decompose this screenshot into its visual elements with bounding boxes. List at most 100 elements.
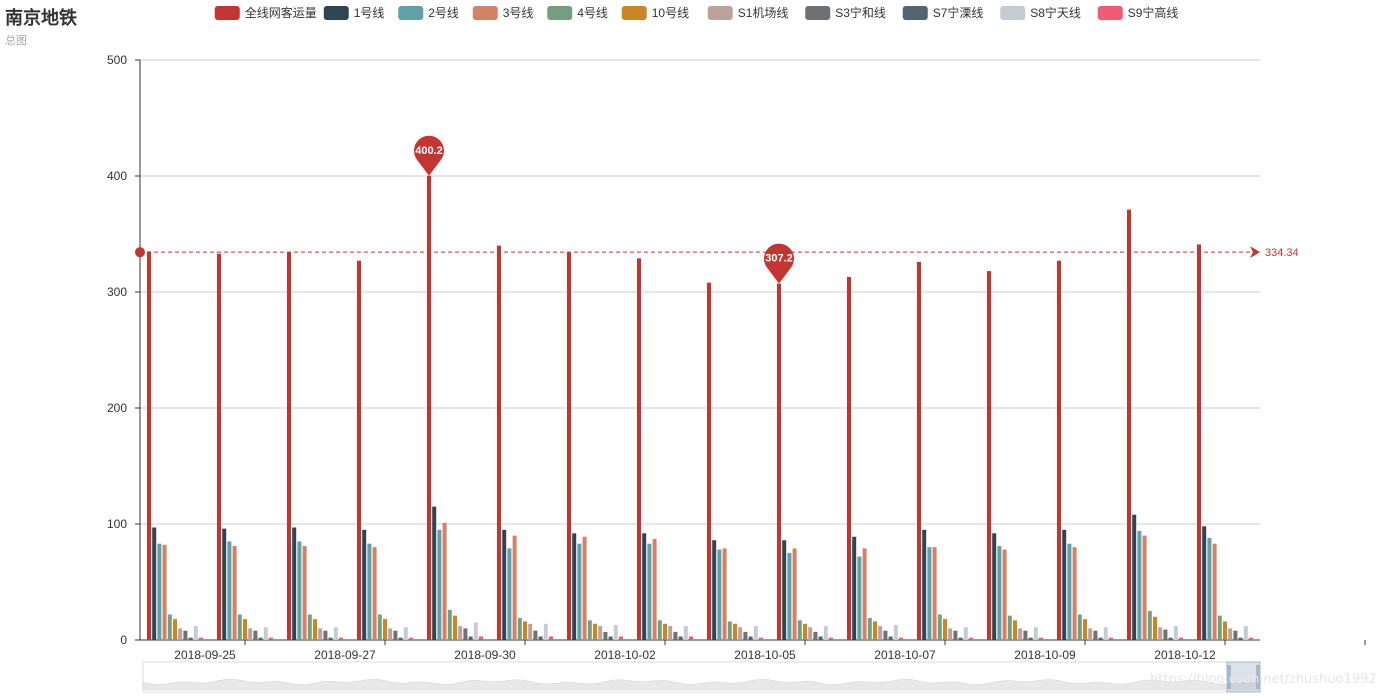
bar-group [637, 258, 693, 640]
bar [1179, 637, 1183, 640]
x-tick-label: 2018-09-25 [174, 648, 236, 662]
bar [862, 548, 867, 640]
bar [1158, 627, 1163, 640]
bar [1033, 627, 1038, 640]
bar [1077, 614, 1082, 640]
legend-item[interactable]: 3号线 [472, 6, 534, 20]
bar [893, 624, 898, 640]
bar [1109, 637, 1113, 640]
legend-swatch [902, 6, 928, 20]
legend-item[interactable]: S1机场线 [707, 6, 789, 20]
bar-group [1197, 244, 1253, 640]
bar [613, 624, 618, 640]
legend-item[interactable]: 全线网客运量 [214, 5, 317, 20]
legend-swatch [214, 6, 240, 20]
bar [1018, 628, 1023, 640]
bar [328, 637, 333, 640]
bar-group [497, 245, 553, 640]
bar [167, 614, 172, 640]
bar [673, 631, 678, 640]
bar [1212, 543, 1217, 640]
x-tick-label: 2018-10-09 [1014, 648, 1076, 662]
min-marker: 307.2 [764, 243, 794, 284]
legend-label: S3宁和线 [835, 5, 886, 20]
bar [183, 630, 188, 640]
bar [318, 628, 323, 640]
legend-item[interactable]: 10号线 [621, 6, 689, 20]
bar [533, 630, 538, 640]
bar [582, 536, 587, 640]
legend-label: 全线网客运量 [245, 5, 317, 20]
bar [409, 637, 413, 640]
bar [759, 637, 763, 640]
bar [357, 260, 361, 640]
average-line-label: 334.34 [1265, 247, 1299, 259]
bar [792, 548, 797, 640]
legend[interactable]: 全线网客运量 1号线 2号线 3号线 4号线 10号线 S1机场线 S3宁和线 S7宁溧线 S8宁… [214, 5, 1179, 20]
bar [753, 626, 758, 640]
legend-item[interactable]: S7宁溧线 [902, 5, 984, 20]
bar [458, 626, 463, 640]
bar [577, 543, 582, 640]
bar [722, 548, 727, 640]
bar [678, 636, 683, 640]
bar [652, 539, 657, 640]
bar [173, 619, 177, 640]
bar [367, 543, 372, 640]
bar [479, 636, 483, 640]
bar-group [1057, 260, 1113, 640]
legend-item[interactable]: 1号线 [323, 6, 385, 20]
bar [567, 252, 571, 640]
bar [587, 620, 592, 640]
bar [523, 621, 527, 640]
bar-group [777, 283, 833, 640]
bar-group [707, 282, 763, 640]
bar-group [217, 253, 273, 640]
legend-item[interactable]: 4号线 [547, 6, 608, 20]
legend-item[interactable]: S3宁和线 [805, 5, 886, 20]
bar [302, 546, 307, 640]
bar [1067, 543, 1072, 640]
bar [217, 253, 221, 640]
bar [963, 627, 968, 640]
bar [549, 636, 553, 640]
bar [432, 506, 437, 640]
legend-item[interactable]: S8宁天线 [1000, 5, 1081, 20]
bar [463, 628, 468, 640]
min-marker-label: 307.2 [765, 253, 793, 265]
legend-label: S8宁天线 [1030, 5, 1081, 20]
bar [888, 636, 893, 640]
legend-item[interactable]: 2号线 [398, 6, 459, 20]
bar [442, 522, 447, 640]
legend-swatch [547, 6, 573, 20]
bar [1088, 628, 1093, 640]
average-line-start-dot [135, 247, 145, 258]
bar [253, 630, 258, 640]
bar [393, 630, 398, 640]
x-tick-label: 2018-10-12 [1154, 648, 1216, 662]
data-zoom-slider[interactable] [142, 661, 1261, 693]
bar [668, 626, 673, 640]
bar [787, 553, 792, 640]
bar [383, 619, 387, 640]
bar [258, 637, 263, 640]
bar [512, 535, 517, 640]
y-tick-label: 500 [107, 53, 127, 67]
bar [339, 637, 343, 640]
zoom-preview [142, 678, 1261, 691]
bar-group [1127, 209, 1183, 640]
max-marker: 400.2 [414, 135, 445, 176]
bar [803, 623, 807, 640]
bar [969, 637, 973, 640]
legend-label: 10号线 [652, 6, 689, 20]
legend-item[interactable]: S9宁高线 [1097, 5, 1179, 20]
bar [733, 623, 737, 640]
bar [1098, 637, 1103, 640]
bar [199, 637, 203, 640]
legend-label: 3号线 [503, 6, 534, 20]
bar [147, 251, 151, 640]
x-tick-label: 2018-09-27 [314, 648, 376, 662]
bar [447, 609, 452, 640]
bar [388, 628, 393, 640]
y-tick-label: 300 [107, 285, 127, 299]
